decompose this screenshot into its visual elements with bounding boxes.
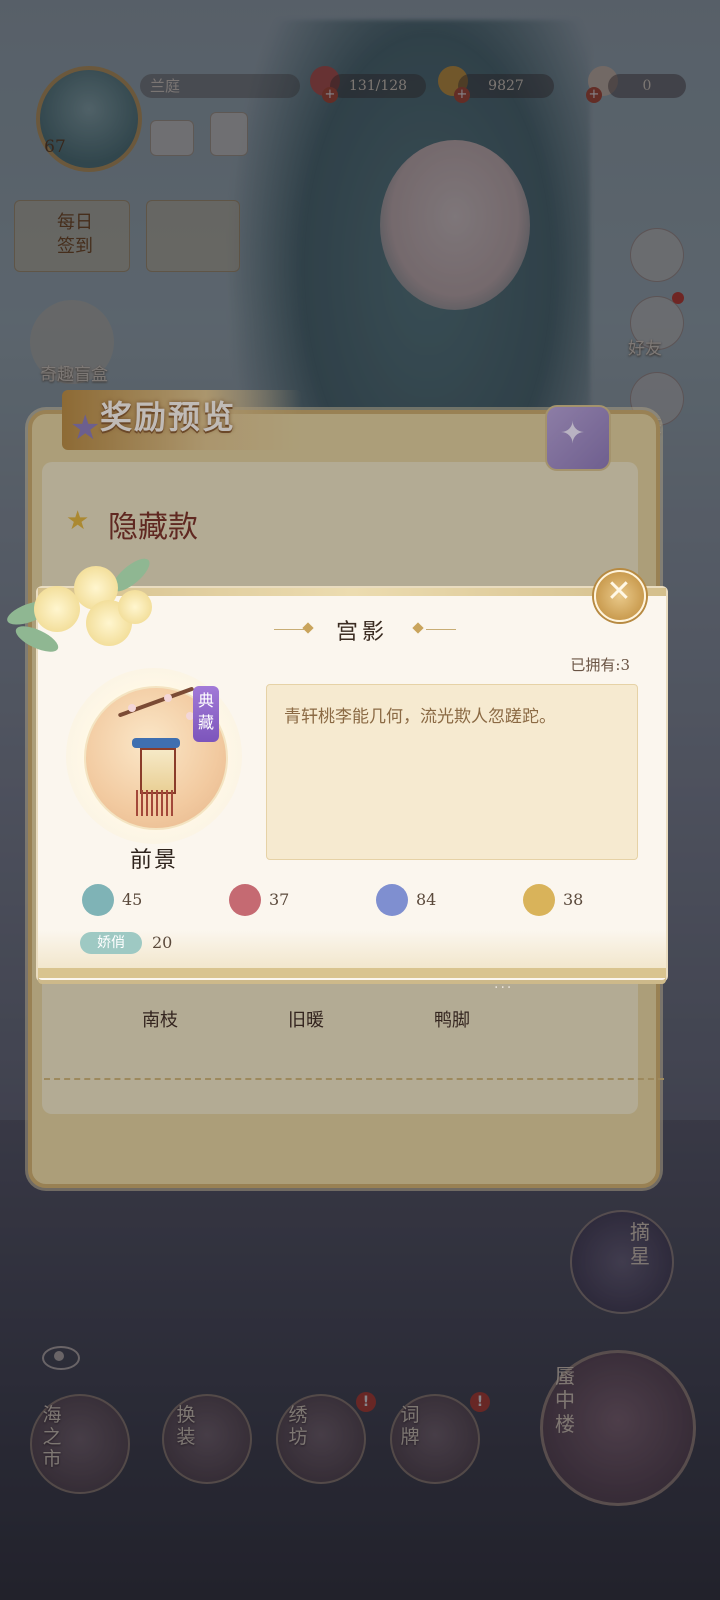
style-tag: 娇俏: [80, 932, 142, 954]
snowflake-icon: [376, 884, 408, 916]
collection-tag: 典藏: [193, 686, 219, 742]
lantern-tassel: [136, 790, 176, 816]
attribute-value: 37: [269, 890, 290, 909]
title-ornament-left: [274, 629, 304, 630]
popup-title: 宫影: [335, 620, 388, 645]
popup-bottom-border: [38, 968, 666, 978]
lotus-icon: [229, 884, 261, 916]
attribute-value: 45: [122, 890, 143, 909]
item-type-label: 前景: [129, 848, 178, 873]
lantern-body: [140, 748, 176, 794]
owned-count: 已拥有:3: [570, 656, 630, 674]
item-description: 青轩桃李能几何，流光欺人忽蹉跎。: [284, 707, 556, 727]
flower-icon: [34, 586, 80, 632]
style-value: 20: [152, 933, 173, 952]
close-x-icon[interactable]: ✕: [605, 574, 633, 609]
lantern-icon: [132, 738, 180, 748]
swirl-icon: [82, 884, 114, 916]
moon-icon: [523, 884, 555, 916]
more-dots-icon: ···: [494, 980, 514, 996]
attribute-value: 84: [416, 890, 437, 909]
flower-icon: [118, 590, 152, 624]
attribute-value: 38: [563, 890, 584, 909]
blossom-icon: [128, 704, 136, 712]
blossom-icon: [164, 694, 172, 702]
title-ornament-right: [426, 629, 456, 630]
